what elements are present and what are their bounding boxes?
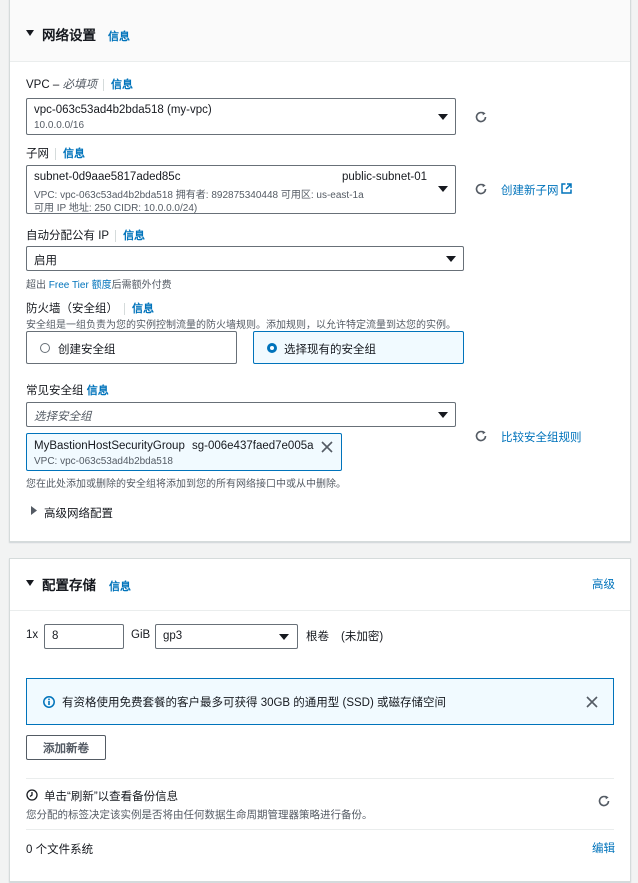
caret-down-icon: [438, 412, 448, 418]
subnet-refresh-icon[interactable]: [474, 182, 488, 196]
close-icon[interactable]: [586, 696, 598, 708]
token-sg-name: MyBastionHostSecurityGroup: [34, 440, 185, 452]
add-new-volume-button[interactable]: 添加新卷: [26, 735, 106, 760]
caret-down-icon: [438, 186, 448, 192]
vpc-info-link[interactable]: 信息: [111, 79, 133, 91]
configure-storage-header: [10, 559, 630, 611]
volume-type-value: gp3: [163, 630, 183, 642]
caret-down-icon: [446, 256, 456, 262]
encryption-status: (未加密): [341, 631, 384, 643]
free-tier-storage-alert: 有资格使用免费套餐的客户最多可获得 30GB 的通用型 (SSD) 或磁存储空间: [26, 678, 614, 725]
caret-down-icon: [438, 114, 448, 120]
vpc-select[interactable]: vpc-063c53ad4b2bda518 (my-vpc) 10.0.0.0/…: [26, 98, 456, 135]
firewall-label: 防火墙（安全组） 信息: [26, 302, 154, 315]
external-link-icon[interactable]: [561, 183, 572, 194]
volume-count: 1x: [26, 629, 39, 641]
common-sg-label: 常见安全组 信息: [26, 385, 109, 397]
token-sg-id: sg-006e437faed7e005a: [192, 440, 314, 452]
configure-storage-title[interactable]: 配置存储: [42, 574, 96, 594]
subnet-label: 子网 信息: [26, 147, 85, 160]
sg-note: 您在此处添加或删除的安全组将添加到您的所有网络接口中或从中删除。: [26, 479, 346, 490]
security-group-select[interactable]: 选择安全组: [26, 402, 456, 427]
select-existing-sg-option[interactable]: 选择现有的安全组: [253, 331, 464, 364]
info-circle-icon: [43, 696, 55, 708]
caret-right-icon[interactable]: [30, 506, 38, 515]
create-security-group-option[interactable]: 创建安全组: [26, 331, 237, 364]
vpc-cidr: 10.0.0.0/16: [34, 120, 85, 131]
security-group-token: MyBastionHostSecurityGroup sg-006e437fae…: [26, 433, 342, 471]
edit-file-systems-link[interactable]: 编辑: [592, 840, 615, 856]
network-settings-info-link[interactable]: 信息: [108, 28, 130, 44]
create-subnet-link[interactable]: 创建新子网: [501, 182, 559, 198]
sg-refresh-icon[interactable]: [474, 429, 488, 443]
divider: [26, 829, 614, 830]
vpc-refresh-icon[interactable]: [474, 110, 488, 124]
backup-info-title: 单击“刷新”以查看备份信息: [44, 791, 179, 803]
volume-size-value: 8: [52, 630, 59, 642]
token-sg-vpc: VPC: vpc-063c53ad4b2bda518: [34, 456, 173, 467]
configure-storage-info-link[interactable]: 信息: [109, 578, 131, 594]
public-ip-value: 启用: [34, 255, 57, 267]
public-ip-label: 自动分配公有 IP 信息: [26, 229, 146, 242]
network-settings-header: [10, 0, 630, 62]
vpc-required-text: 必填项: [62, 79, 97, 91]
public-ip-select[interactable]: 启用: [26, 246, 464, 271]
divider: [26, 778, 614, 779]
volume-size-input[interactable]: 8: [44, 624, 124, 649]
security-group-placeholder: 选择安全组: [34, 411, 92, 423]
root-volume-label: 根卷: [306, 631, 329, 643]
close-icon[interactable]: [321, 441, 333, 453]
select-existing-sg-radio[interactable]: [267, 343, 277, 353]
subnet-select[interactable]: subnet-0d9aae5817aded85c public-subnet-0…: [26, 165, 456, 214]
network-settings-panel: 网络设置 信息 VPC – 必填项 信息 vpc-063c53ad4b2bda51…: [9, 0, 631, 542]
create-sg-label: 创建安全组: [58, 344, 116, 356]
public-ip-info-link[interactable]: 信息: [123, 230, 145, 242]
select-existing-sg-label: 选择现有的安全组: [284, 344, 376, 356]
network-settings-title[interactable]: 网络设置: [42, 24, 96, 44]
volume-type-select[interactable]: gp3: [155, 624, 298, 649]
configure-storage-panel: 配置存储 信息 高级 1x 8 GiB gp3 根卷 (未加密) 有资格使用免费…: [9, 558, 631, 882]
storage-advanced-link[interactable]: 高级: [592, 576, 615, 592]
vpc-label: VPC – 必填项 信息: [26, 78, 133, 91]
common-sg-info-link[interactable]: 信息: [87, 385, 109, 397]
backup-refresh-icon[interactable]: [597, 794, 611, 808]
file-systems-count[interactable]: 0 个文件系统: [26, 841, 93, 857]
vpc-select-value: vpc-063c53ad4b2bda518 (my-vpc): [34, 104, 212, 116]
collapse-caret-icon[interactable]: [25, 28, 35, 38]
alert-message: 有资格使用免费套餐的客户最多可获得 30GB 的通用型 (SSD) 或磁存储空间: [62, 697, 446, 709]
backup-info-description: 您分配的标签决定该实例是否将由任何数据生命周期管理器策略进行备份。: [26, 809, 373, 821]
clock-icon: [26, 789, 38, 801]
collapse-caret-icon[interactable]: [25, 578, 35, 588]
compare-sg-rules-link[interactable]: 比较安全组规则: [501, 429, 582, 445]
firewall-description: 安全组是一组负责为您的实例控制流量的防火墙规则。添加规则，以允许特定流量到达您的…: [26, 320, 456, 331]
subnet-detail-line2: 可用 IP 地址: 250 CIDR: 10.0.0.0/24): [34, 203, 198, 214]
caret-down-icon: [279, 634, 289, 640]
free-tier-link[interactable]: Free Tier 额度: [49, 280, 112, 291]
create-sg-radio[interactable]: [40, 343, 50, 353]
advanced-network-config-toggle[interactable]: 高级网络配置: [44, 505, 113, 521]
subnet-name: public-subnet-01: [342, 171, 428, 183]
free-tier-note: 超出 Free Tier 额度后需额外付费: [26, 280, 172, 291]
volume-unit: GiB: [131, 629, 151, 641]
subnet-id: subnet-0d9aae5817aded85c: [34, 171, 181, 183]
subnet-info-link[interactable]: 信息: [63, 148, 85, 160]
firewall-info-link[interactable]: 信息: [132, 303, 154, 315]
